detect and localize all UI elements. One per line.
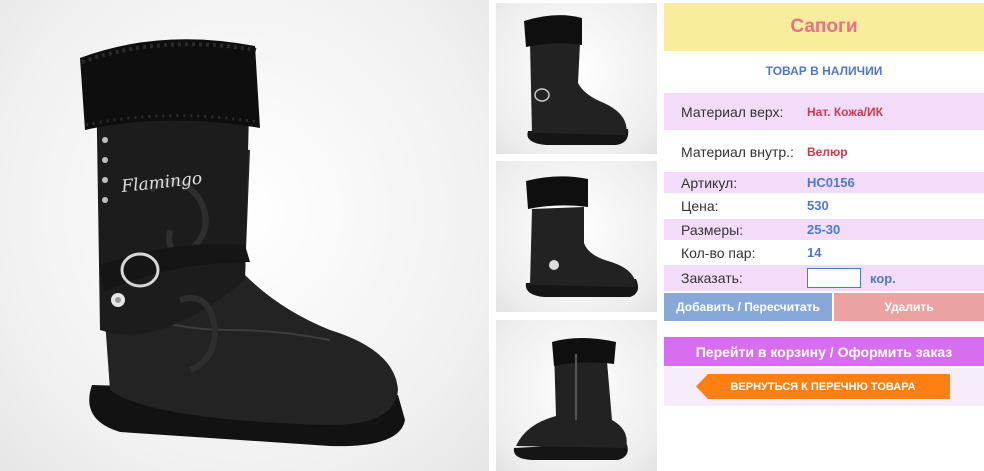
attr-row-material-top: Материал верх: Нат. Кожа/ИК xyxy=(664,93,984,130)
attr-value: 14 xyxy=(807,245,822,260)
attr-row-material-inner: Материал внутр.: Велюр xyxy=(664,133,984,170)
attr-label: Цена: xyxy=(681,197,719,214)
thumbnail-2[interactable] xyxy=(496,161,657,312)
boot-thumbnail-image xyxy=(524,15,629,145)
boot-illustration: Flamingo xyxy=(80,39,405,447)
go-to-cart-button[interactable]: Перейти в корзину / Оформить заказ xyxy=(664,337,984,366)
add-recalculate-button[interactable]: Добавить / Пересчитать xyxy=(664,293,832,321)
product-title-box: Сапоги xyxy=(664,3,984,51)
order-row: Заказать: кор. xyxy=(664,265,984,291)
order-unit: кор. xyxy=(870,270,896,286)
order-quantity-input[interactable] xyxy=(807,268,861,288)
delete-button[interactable]: Удалить xyxy=(834,293,984,321)
product-title: Сапоги xyxy=(790,16,858,37)
back-button-area: ВЕРНУТЬСЯ К ПЕРЕЧНЮ ТОВАРА xyxy=(664,368,984,406)
main-product-photo: Flamingo xyxy=(0,0,489,471)
attr-label: Кол-во пар: xyxy=(681,244,756,261)
attr-value: Нат. Кожа/ИК xyxy=(807,104,883,119)
attr-row-pairs: Кол-во пар: 14 xyxy=(664,242,984,263)
attr-value: 25-30 xyxy=(807,222,841,237)
attr-label: Артикул: xyxy=(681,174,738,191)
back-to-list-button[interactable]: ВЕРНУТЬСЯ К ПЕРЕЧНЮ ТОВАРА xyxy=(696,374,950,399)
thumbnail-3[interactable] xyxy=(496,320,657,471)
attr-row-price: Цена: 530 xyxy=(664,195,984,216)
attr-label: Материал верх: xyxy=(681,103,784,120)
product-info-panel: Сапоги ТОВАР В НАЛИЧИИ Материал верх: На… xyxy=(664,0,984,471)
attr-row-article: Артикул: HC0156 xyxy=(664,172,984,193)
thumbnail-1[interactable] xyxy=(496,3,657,154)
stock-status: ТОВАР В НАЛИЧИИ xyxy=(765,64,883,78)
attr-value: HC0156 xyxy=(807,175,855,190)
attr-label: Материал внутр.: xyxy=(681,143,794,160)
attr-value: Велюр xyxy=(807,144,848,159)
boot-thumbnail-image xyxy=(513,338,628,460)
order-label: Заказать: xyxy=(681,270,743,286)
attr-label: Размеры: xyxy=(681,221,744,238)
attr-value: 530 xyxy=(807,198,829,213)
boot-thumbnail-image xyxy=(525,176,638,297)
attr-row-sizes: Размеры: 25-30 xyxy=(664,219,984,240)
